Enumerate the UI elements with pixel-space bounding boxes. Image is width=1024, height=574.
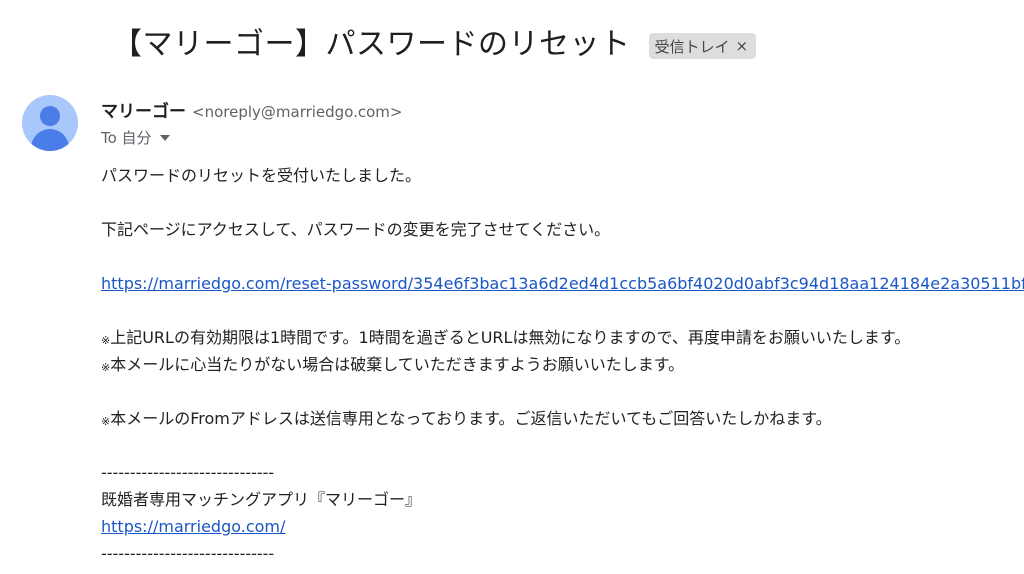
signature-name: 既婚者専用マッチングアプリ『マリーゴー』	[101, 490, 422, 509]
note-2: ※本メールに心当たりがない場合は破棄していただきますようお願いいたします。	[101, 351, 1024, 378]
body-line-2: 下記ページにアクセスして、パスワードの変更を完了させてください。	[101, 220, 611, 239]
close-icon[interactable]: ×	[736, 37, 749, 55]
person-icon[interactable]	[22, 95, 78, 151]
body-line-1: パスワードのリセットを受付いたしました。	[101, 166, 422, 185]
email-subject: 【マリーゴー】パスワードのリセット	[112, 27, 631, 62]
sender-name[interactable]: マリーゴー	[101, 97, 186, 122]
inbox-label-text: 受信トレイ	[654, 37, 730, 56]
caret-down-icon[interactable]	[159, 134, 170, 141]
note-1: ※上記URLの有効期限は1時間です。1時間を過ぎるとURLは無効になりますので、…	[101, 324, 1024, 351]
sender-email: <noreply@marriedgo.com>	[192, 103, 403, 121]
note-mark: ※	[101, 415, 111, 428]
note-mark: ※	[101, 334, 111, 347]
note-mark: ※	[101, 361, 111, 374]
divider-bottom: ------------------------------	[101, 544, 275, 563]
avatar-head	[40, 106, 60, 126]
inbox-label-chip[interactable]: 受信トレイ ×	[648, 33, 757, 59]
avatar-body	[31, 129, 69, 151]
email-view: 【マリーゴー】パスワードのリセット 受信トレイ × マリーゴー <noreply…	[0, 0, 1024, 574]
note-2-text: 本メールに心当たりがない場合は破棄していただきますようお願いいたします。	[110, 355, 685, 374]
recipient-label: To 自分	[101, 129, 152, 147]
signature-link[interactable]: https://marriedgo.com/	[101, 517, 285, 536]
email-body: パスワードのリセットを受付いたしました。 下記ページにアクセスして、パスワードの…	[101, 162, 1024, 567]
sender-line: マリーゴー <noreply@marriedgo.com>	[101, 97, 402, 122]
note-3: ※本メールのFromアドレスは送信専用となっております。ご返信いただいてもご回答…	[101, 405, 1024, 432]
subject-row: 【マリーゴー】パスワードのリセット 受信トレイ ×	[112, 20, 757, 70]
recipient-line: To 自分	[101, 127, 170, 148]
reset-password-link[interactable]: https://marriedgo.com/reset-password/354…	[101, 274, 1024, 293]
note-1-text: 上記URLの有効期限は1時間です。1時間を過ぎるとURLは無効になりますので、再…	[110, 328, 911, 347]
divider-top: ------------------------------	[101, 463, 275, 482]
note-3-text: 本メールのFromアドレスは送信専用となっております。ご返信いただいてもご回答い…	[110, 409, 832, 428]
